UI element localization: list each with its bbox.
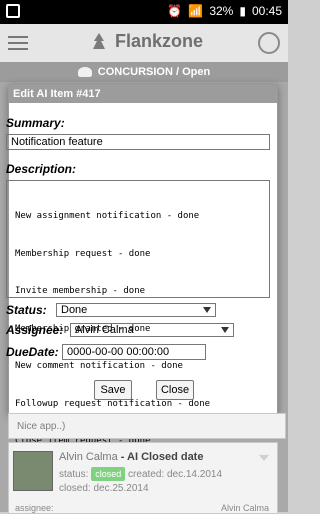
status-label: Status: (6, 303, 47, 317)
assignee-row: Assignee: Alvin Calma (6, 323, 234, 337)
snippet-text: Nice app..) (17, 420, 66, 432)
created-label: created: (128, 469, 165, 480)
closed-label: closed: (59, 483, 91, 494)
avatar (13, 451, 53, 491)
brand: Flankzone (92, 31, 203, 52)
subheader-text: CONCURSION / Open (97, 66, 211, 78)
status-select[interactable]: Done (56, 303, 216, 317)
battery-percent: 32% (209, 4, 234, 18)
logo-icon (93, 33, 105, 49)
item-meta: status: closed created: dec.14.2014 clos… (59, 467, 222, 496)
expand-icon[interactable] (259, 455, 269, 461)
group-icon (77, 67, 92, 77)
assignee-select[interactable]: Alvin Calma (70, 323, 234, 337)
description-label: Description: (6, 162, 77, 176)
app-bar: Flankzone (0, 24, 288, 63)
profile-icon[interactable] (258, 32, 280, 54)
chevron-down-icon (203, 307, 211, 313)
description-textarea[interactable]: New assignment notification - done Membe… (6, 180, 270, 446)
app-name: Flankzone (115, 31, 204, 51)
chevron-down-icon (221, 327, 229, 333)
description-line: Invite membership - done (15, 286, 146, 296)
summary-label: Summary: (6, 116, 65, 130)
save-button[interactable]: Save (94, 380, 132, 400)
notification-icon (6, 4, 20, 18)
closed-value: dec.25.2014 (93, 483, 149, 494)
description-line: New comment notification - done (15, 361, 183, 371)
clock: 00:45 (251, 4, 282, 18)
assignee-label: Assignee: (6, 323, 64, 337)
summary-input[interactable]: Notification feature (6, 134, 270, 150)
description-line: Followup request notification - done (15, 398, 211, 409)
status-row: Status: Done (6, 303, 216, 317)
list-item[interactable]: Alvin Calma - AI Closed date status: clo… (8, 442, 278, 514)
duedate-label: DueDate: (6, 345, 59, 359)
description-line: New assignment notification - done (15, 211, 200, 221)
list-item-snippet[interactable]: Nice app..) (8, 413, 286, 439)
status-value: Done (61, 304, 88, 316)
status-bar: ⏰ 📶 32% ▮ 00:45 (0, 0, 288, 24)
item-title: Alvin Calma - AI Closed date (59, 451, 203, 463)
item-author: Alvin Calma (59, 451, 118, 463)
duedate-row: DueDate: 0000-00-00 00:00:00 (6, 344, 206, 360)
assignee-value: Alvin Calma (75, 324, 134, 336)
battery-icon: ▮ (239, 4, 246, 18)
dialog-title: Edit AI Item #417 (9, 85, 277, 103)
status-badge: closed (91, 467, 126, 481)
description-line: Membership request - done (15, 248, 151, 259)
subheader: CONCURSION / Open (0, 62, 288, 82)
alarm-icon: ⏰ (167, 4, 183, 18)
item-action: - AI Closed date (120, 451, 204, 463)
menu-icon[interactable] (8, 36, 28, 52)
status-right: ⏰ 📶 32% ▮ 00:45 (167, 4, 282, 18)
created-value: dec.14.2014 (166, 469, 223, 480)
status-label: status: (59, 469, 89, 480)
duedate-input[interactable]: 0000-00-00 00:00:00 (62, 344, 206, 360)
close-button[interactable]: Close (156, 380, 194, 400)
wifi-icon: 📶 (188, 4, 204, 18)
